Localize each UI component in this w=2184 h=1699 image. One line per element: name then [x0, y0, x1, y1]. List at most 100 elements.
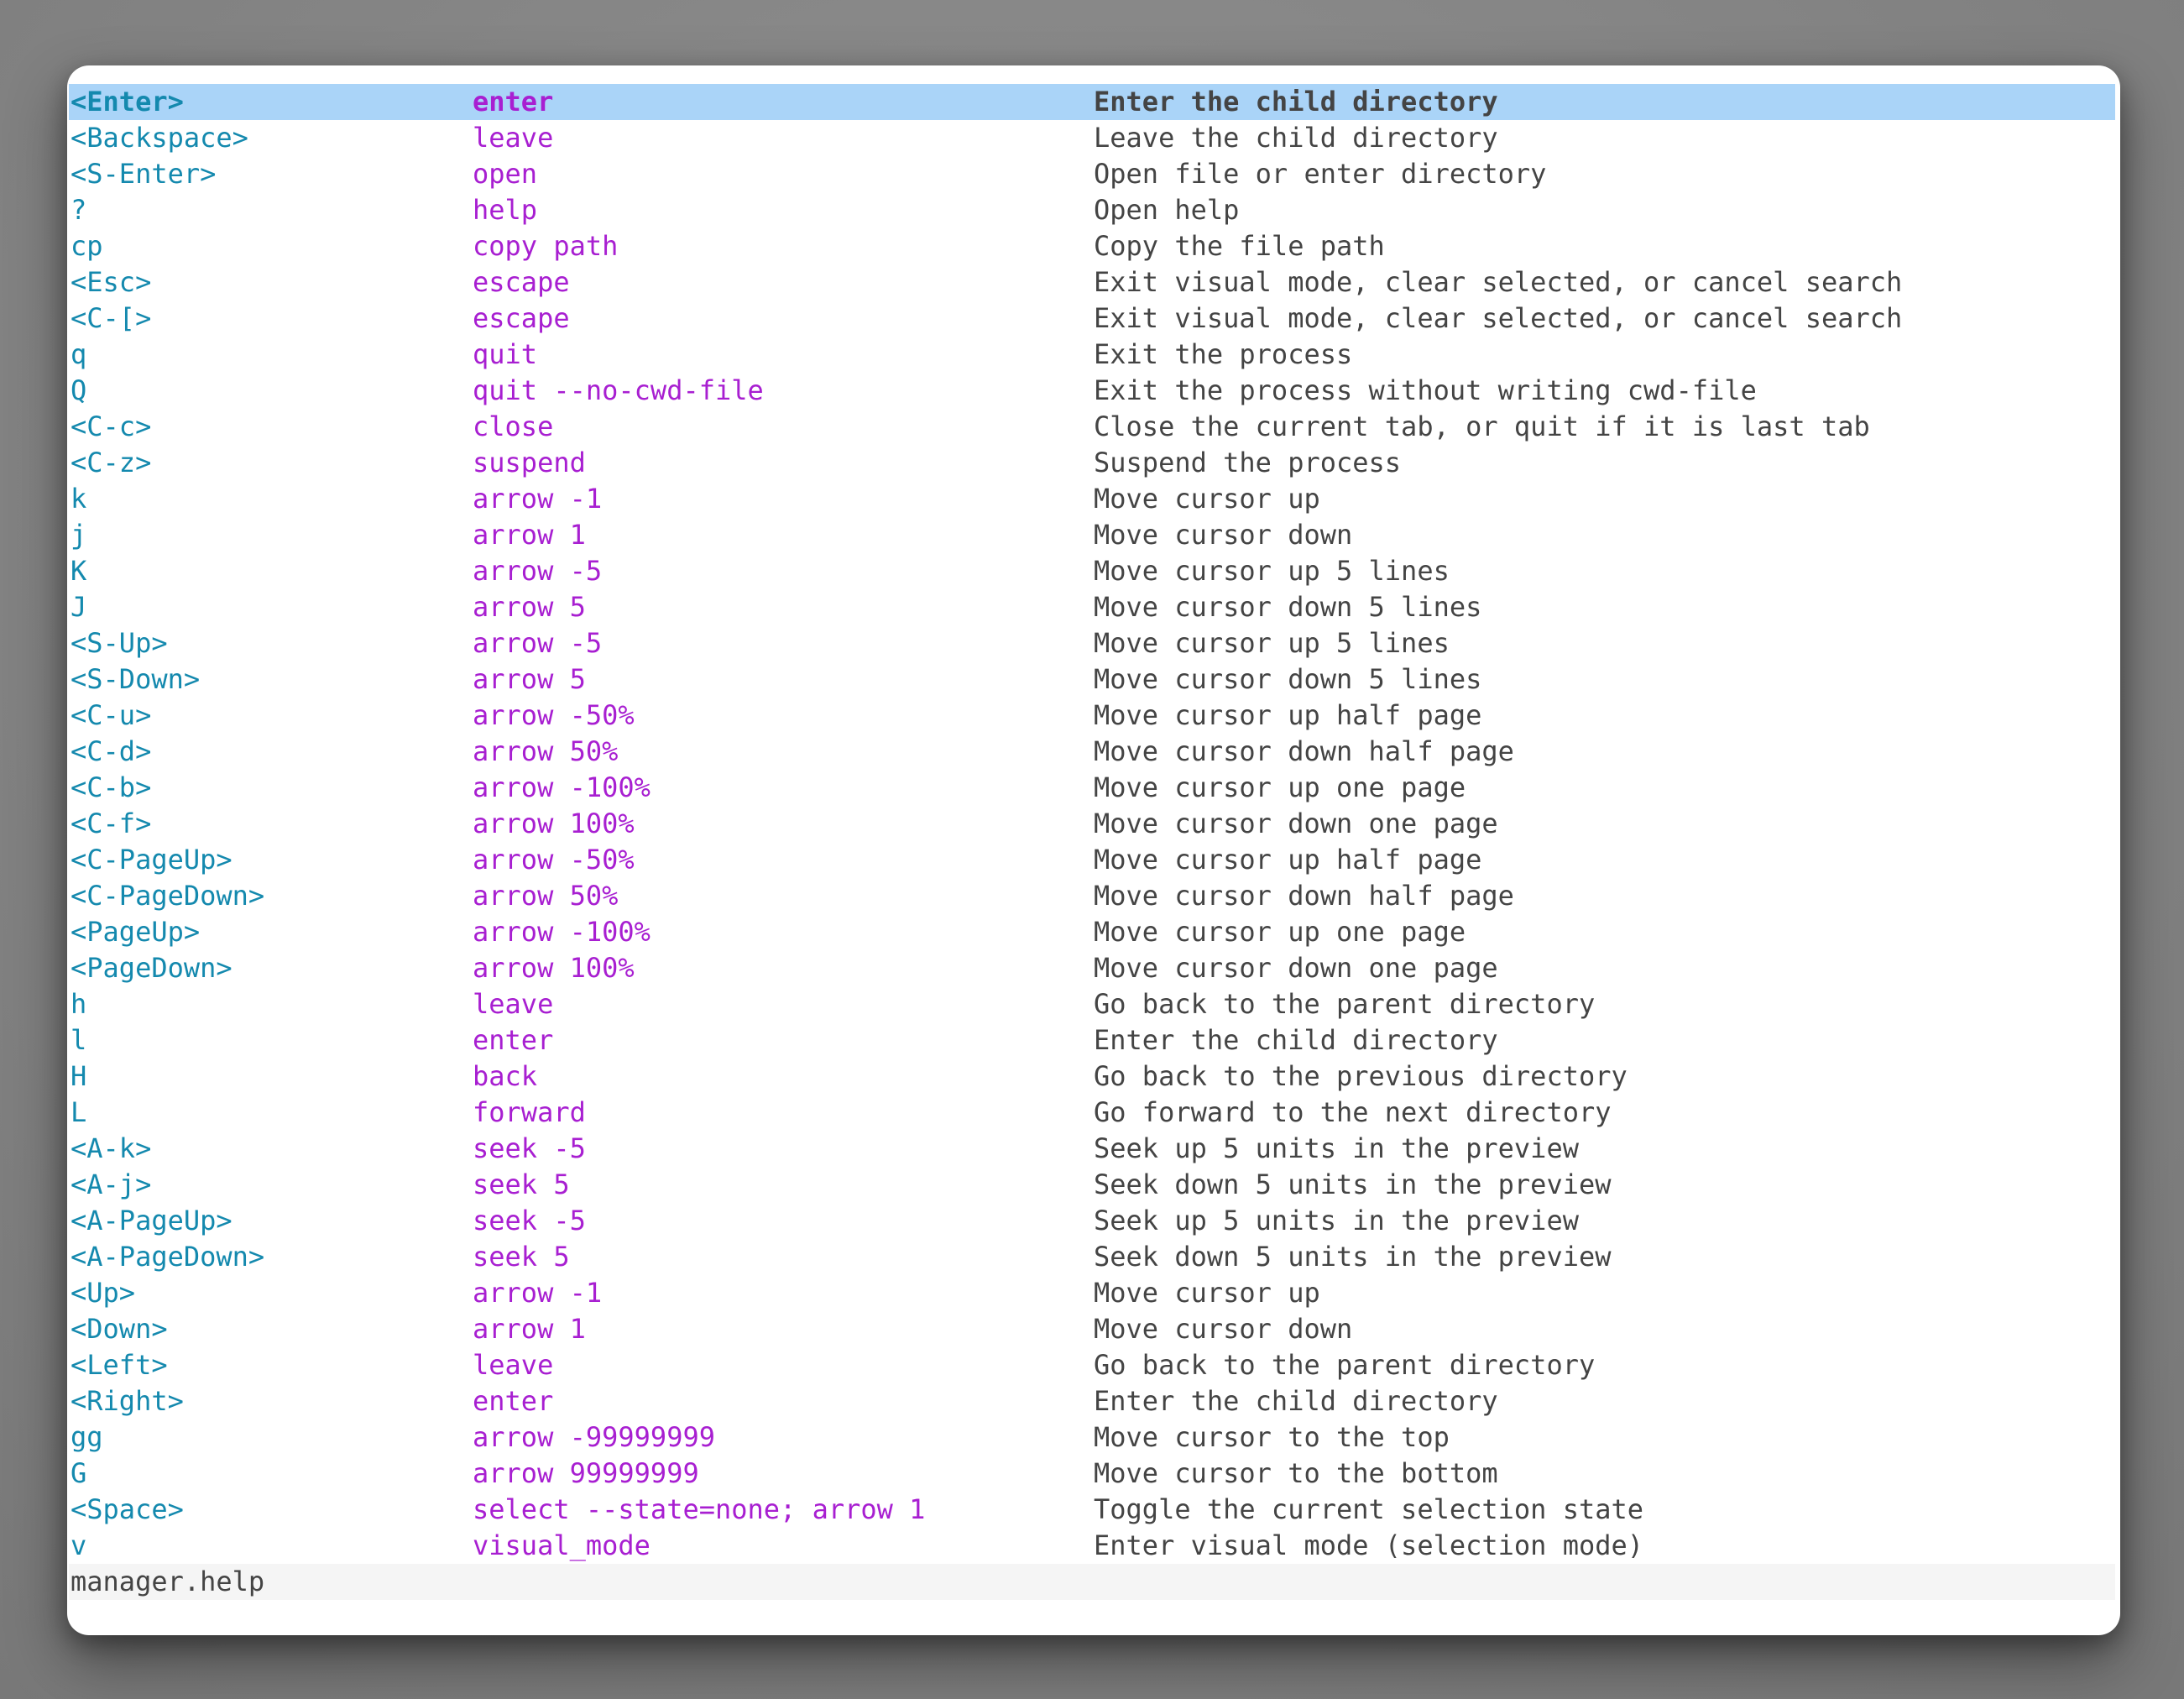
- keybinding-row[interactable]: <C-u> arrow -50% Move cursor up half pag…: [69, 698, 2115, 734]
- key-cell: J: [71, 589, 86, 625]
- keybinding-row[interactable]: <S-Down> arrow 5 Move cursor down 5 line…: [69, 661, 2115, 698]
- keybinding-row[interactable]: <C-c> close Close the current tab, or qu…: [69, 409, 2115, 445]
- key-cell: <C-f>: [71, 806, 151, 842]
- command-cell: arrow 50%: [473, 878, 618, 914]
- description-cell: Suspend the process: [1094, 445, 1401, 481]
- keybinding-row[interactable]: <PageUp> arrow -100% Move cursor up one …: [69, 914, 2115, 950]
- command-cell: visual_mode: [473, 1528, 650, 1564]
- keybinding-row[interactable]: <C-f> arrow 100% Move cursor down one pa…: [69, 806, 2115, 842]
- keybinding-row[interactable]: ? help Open help: [69, 192, 2115, 228]
- keybinding-row[interactable]: J arrow 5 Move cursor down 5 lines: [69, 589, 2115, 625]
- command-cell: quit --no-cwd-file: [473, 373, 764, 409]
- keybinding-row[interactable]: G arrow 99999999 Move cursor to the bott…: [69, 1456, 2115, 1492]
- key-cell: <C-c>: [71, 409, 151, 445]
- help-terminal-window: <Enter> enter Enter the child directory …: [67, 65, 2120, 1635]
- keybinding-row[interactable]: v visual_mode Enter visual mode (selecti…: [69, 1528, 2115, 1564]
- description-cell: Enter visual mode (selection mode): [1094, 1528, 1643, 1564]
- key-cell: ?: [71, 192, 86, 228]
- key-cell: cp: [71, 228, 103, 264]
- key-cell: Q: [71, 373, 86, 409]
- key-cell: K: [71, 553, 86, 589]
- status-bar: manager.help: [69, 1564, 2115, 1600]
- command-cell: arrow 1: [473, 1311, 586, 1347]
- command-cell: arrow 100%: [473, 950, 635, 986]
- keybinding-row[interactable]: gg arrow -99999999 Move cursor to the to…: [69, 1419, 2115, 1456]
- key-cell: k: [71, 481, 86, 517]
- key-cell: <A-j>: [71, 1167, 151, 1203]
- description-cell: Exit visual mode, clear selected, or can…: [1094, 301, 1902, 337]
- description-cell: Move cursor down one page: [1094, 950, 1498, 986]
- keybinding-row[interactable]: <C-[> escape Exit visual mode, clear sel…: [69, 301, 2115, 337]
- keybinding-row[interactable]: L forward Go forward to the next directo…: [69, 1095, 2115, 1131]
- command-cell: arrow -99999999: [473, 1419, 715, 1456]
- description-cell: Move cursor down: [1094, 1311, 1352, 1347]
- keybinding-row[interactable]: <C-PageDown> arrow 50% Move cursor down …: [69, 878, 2115, 914]
- keybinding-row[interactable]: H back Go back to the previous directory: [69, 1059, 2115, 1095]
- key-cell: <S-Up>: [71, 625, 168, 661]
- command-cell: forward: [473, 1095, 586, 1131]
- command-cell: arrow 50%: [473, 734, 618, 770]
- command-cell: enter: [473, 84, 553, 120]
- keybinding-row[interactable]: l enter Enter the child directory: [69, 1022, 2115, 1059]
- keybinding-row[interactable]: <S-Up> arrow -5 Move cursor up 5 lines: [69, 625, 2115, 661]
- keybinding-row[interactable]: <A-j> seek 5 Seek down 5 units in the pr…: [69, 1167, 2115, 1203]
- keybinding-row[interactable]: <Right> enter Enter the child directory: [69, 1383, 2115, 1419]
- keybinding-row[interactable]: <PageDown> arrow 100% Move cursor down o…: [69, 950, 2115, 986]
- description-cell: Move cursor up 5 lines: [1094, 553, 1450, 589]
- key-cell: <S-Enter>: [71, 156, 216, 192]
- keybinding-row[interactable]: <A-PageDown> seek 5 Seek down 5 units in…: [69, 1239, 2115, 1275]
- keybinding-row[interactable]: <Enter> enter Enter the child directory: [69, 84, 2115, 120]
- command-cell: arrow 1: [473, 517, 586, 553]
- keybinding-row[interactable]: <Up> arrow -1 Move cursor up: [69, 1275, 2115, 1311]
- key-cell: <Up>: [71, 1275, 135, 1311]
- key-cell: <Backspace>: [71, 120, 248, 156]
- key-cell: q: [71, 337, 86, 373]
- description-cell: Go forward to the next directory: [1094, 1095, 1612, 1131]
- keybinding-row[interactable]: <Space> select --state=none; arrow 1 Tog…: [69, 1492, 2115, 1528]
- status-mode-label: manager.help: [71, 1564, 264, 1600]
- key-cell: v: [71, 1528, 86, 1564]
- command-cell: arrow -100%: [473, 770, 650, 806]
- command-cell: select --state=none; arrow 1: [473, 1492, 925, 1528]
- keybinding-row[interactable]: <C-z> suspend Suspend the process: [69, 445, 2115, 481]
- command-cell: escape: [473, 301, 570, 337]
- command-cell: enter: [473, 1383, 553, 1419]
- command-cell: close: [473, 409, 553, 445]
- keybinding-row[interactable]: <Down> arrow 1 Move cursor down: [69, 1311, 2115, 1347]
- key-cell: <C-d>: [71, 734, 151, 770]
- keybinding-help-list: <Enter> enter Enter the child directory …: [69, 84, 2115, 1564]
- command-cell: arrow 100%: [473, 806, 635, 842]
- keybinding-row[interactable]: <Esc> escape Exit visual mode, clear sel…: [69, 264, 2115, 301]
- keybinding-row[interactable]: <Backspace> leave Leave the child direct…: [69, 120, 2115, 156]
- command-cell: quit: [473, 337, 537, 373]
- keybinding-row[interactable]: q quit Exit the process: [69, 337, 2115, 373]
- keybinding-row[interactable]: <S-Enter> open Open file or enter direct…: [69, 156, 2115, 192]
- description-cell: Enter the child directory: [1094, 1022, 1498, 1059]
- command-cell: leave: [473, 986, 553, 1022]
- command-cell: arrow -50%: [473, 698, 635, 734]
- keybinding-row[interactable]: <Left> leave Go back to the parent direc…: [69, 1347, 2115, 1383]
- keybinding-row[interactable]: <C-d> arrow 50% Move cursor down half pa…: [69, 734, 2115, 770]
- description-cell: Move cursor up: [1094, 1275, 1320, 1311]
- keybinding-row[interactable]: K arrow -5 Move cursor up 5 lines: [69, 553, 2115, 589]
- keybinding-row[interactable]: k arrow -1 Move cursor up: [69, 481, 2115, 517]
- keybinding-row[interactable]: cp copy path Copy the file path: [69, 228, 2115, 264]
- description-cell: Go back to the parent directory: [1094, 1347, 1595, 1383]
- keybinding-row[interactable]: <A-k> seek -5 Seek up 5 units in the pre…: [69, 1131, 2115, 1167]
- keybinding-row[interactable]: <A-PageUp> seek -5 Seek up 5 units in th…: [69, 1203, 2115, 1239]
- command-cell: arrow -50%: [473, 842, 635, 878]
- keybinding-row[interactable]: <C-b> arrow -100% Move cursor up one pag…: [69, 770, 2115, 806]
- keybinding-row[interactable]: <C-PageUp> arrow -50% Move cursor up hal…: [69, 842, 2115, 878]
- key-cell: <C-u>: [71, 698, 151, 734]
- description-cell: Seek up 5 units in the preview: [1094, 1203, 1579, 1239]
- keybinding-row[interactable]: h leave Go back to the parent directory: [69, 986, 2115, 1022]
- command-cell: arrow 99999999: [473, 1456, 699, 1492]
- description-cell: Move cursor down: [1094, 517, 1352, 553]
- description-cell: Seek up 5 units in the preview: [1094, 1131, 1579, 1167]
- description-cell: Open help: [1094, 192, 1239, 228]
- key-cell: G: [71, 1456, 86, 1492]
- keybinding-row[interactable]: Q quit --no-cwd-file Exit the process wi…: [69, 373, 2115, 409]
- key-cell: <Right>: [71, 1383, 184, 1419]
- keybinding-row[interactable]: j arrow 1 Move cursor down: [69, 517, 2115, 553]
- command-cell: back: [473, 1059, 537, 1095]
